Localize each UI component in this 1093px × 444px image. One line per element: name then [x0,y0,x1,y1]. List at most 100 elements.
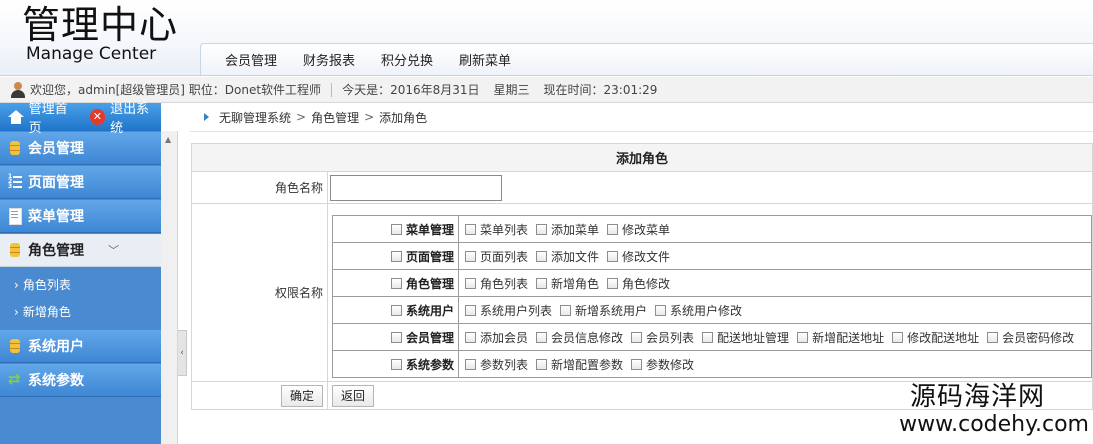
topnav-refresh-menu[interactable]: 刷新菜单 [459,50,511,69]
role-name-input[interactable] [330,174,502,201]
permission-checkbox[interactable] [536,223,548,235]
topnav-member[interactable]: 会员管理 [225,50,277,69]
sidebar-item-label: 菜单管理 [28,209,84,225]
sidebar-item-label: 系统用户 [28,339,84,355]
permission-option[interactable]: 菜单列表 [465,221,528,238]
coins-icon [8,242,22,258]
permission-option[interactable]: 修改文件 [607,248,670,265]
group-label: 系统参数 [405,357,454,372]
permission-checkbox[interactable] [465,358,476,370]
group-checkbox[interactable] [390,250,402,262]
sidebar-item-member[interactable]: 会员管理 [0,132,161,165]
permission-label: 角色列表 [480,276,529,291]
sidebar-item-system-user[interactable]: 系统用户 [0,330,161,363]
permission-label: 新增系统用户 [575,303,648,318]
permission-option[interactable]: 参数修改 [631,356,694,373]
permission-checkbox[interactable] [536,277,548,289]
exit-link[interactable]: 退出系统 [110,98,161,136]
breadcrumb-item[interactable]: 角色管理 [311,109,359,126]
permission-checkbox[interactable] [465,304,476,316]
permission-checkbox[interactable] [536,331,548,343]
topnav-points[interactable]: 积分兑换 [381,50,433,69]
permission-label: 参数修改 [646,357,695,372]
permission-checkbox[interactable] [465,277,476,289]
permission-option[interactable]: 添加文件 [536,248,599,265]
header: 管理中心 Manage Center 会员管理 财务报表 积分兑换 刷新菜单 [0,0,1093,76]
coins-icon [8,140,22,156]
permission-option[interactable]: 会员密码修改 [987,329,1074,346]
watermark-title: 源码海洋网 [909,382,1045,412]
permission-option[interactable]: 会员信息修改 [536,329,623,346]
topnav-finance[interactable]: 财务报表 [303,50,355,69]
permission-option[interactable]: 页面列表 [465,248,528,265]
permission-option[interactable]: 新增系统用户 [560,302,647,319]
permission-option[interactable]: 角色修改 [607,275,670,292]
permission-checkbox[interactable] [655,304,667,316]
home-icon [8,110,24,124]
permission-items: 参数列表 新增配置参数 参数修改 [458,350,1092,378]
group-label: 菜单管理 [405,222,454,237]
permission-option[interactable]: 参数列表 [465,356,528,373]
watermark-url: www.codehy.com [899,412,1089,437]
permission-option[interactable]: 新增配置参数 [536,356,623,373]
home-link[interactable]: 管理首页 [29,98,80,136]
scroll-up-icon[interactable]: ▲ [165,135,171,144]
permission-checkbox[interactable] [607,250,619,262]
group-checkbox[interactable] [390,304,402,316]
group-checkbox[interactable] [390,331,402,343]
breadcrumb-item[interactable]: 无聊管理系统 [219,109,291,126]
permission-option[interactable]: 系统用户修改 [655,302,742,319]
sidebar-item-role[interactable]: 角色管理 ﹀ [0,234,161,267]
permission-option[interactable]: 角色列表 [465,275,528,292]
sidebar-item-menu[interactable]: 菜单管理 [0,200,161,233]
group-checkbox[interactable] [390,277,402,289]
sidebar-top: 管理首页 ✕ 退出系统 [0,102,161,136]
permission-checkbox[interactable] [465,331,476,343]
breadcrumb: 无聊管理系统 > 角色管理 > 添加角色 [190,103,1093,132]
permission-option[interactable]: 新增配送地址 [797,329,884,346]
permission-checkbox[interactable] [560,304,572,316]
group-checkbox[interactable] [390,358,402,370]
info-divider [331,82,333,97]
permission-label: 添加会员 [480,330,529,345]
permission-checkbox[interactable] [465,250,476,262]
permission-group: 页面管理 [332,242,459,270]
back-button[interactable]: 返回 [332,384,375,407]
permission-option[interactable]: 修改菜单 [607,221,670,238]
permission-option[interactable]: 修改配送地址 [892,329,979,346]
permission-option[interactable]: 系统用户列表 [465,302,552,319]
permission-checkbox[interactable] [631,331,643,343]
permission-row: 会员管理 添加会员 会员信息修改 会员列表 配送地址管理 新增配送地址 修改配送地址 会员密码… [332,323,1092,351]
welcome-text: 欢迎您，admin[超级管理员] 职位：Donet软件工程师 [30,83,322,97]
permission-checkbox[interactable] [607,223,619,235]
collapse-sidebar-handle[interactable]: ‹ [178,330,187,376]
logo-subtitle: Manage Center [26,44,157,64]
sidebar-item-label: 系统参数 [28,373,84,389]
permission-checkbox[interactable] [607,277,619,289]
permission-area: 菜单管理 菜单列表 添加菜单 修改菜单 页面管理 页面列表 添加文件 修改文件 角色管理 角色列表… [327,203,1093,382]
permission-checkbox[interactable] [987,331,999,343]
permission-group: 会员管理 [332,323,459,351]
sidebar-item-page[interactable]: 页面管理 [0,166,161,199]
sidebar-item-system-params[interactable]: 系统参数 [0,364,161,397]
submenu-role-list[interactable]: 角色列表 [0,271,161,298]
permission-label: 菜单列表 [480,222,529,237]
permission-checkbox[interactable] [797,331,809,343]
submenu-add-role[interactable]: 新增角色 [0,298,161,325]
permission-option[interactable]: 会员列表 [631,329,694,346]
permission-option[interactable]: 新增角色 [536,275,599,292]
confirm-button[interactable]: 确定 [280,384,323,407]
permission-checkbox[interactable] [702,331,714,343]
permission-label: 页面列表 [480,249,529,264]
group-checkbox[interactable] [390,223,402,235]
permission-option[interactable]: 添加菜单 [536,221,599,238]
permission-checkbox[interactable] [536,250,548,262]
permission-checkbox[interactable] [892,331,904,343]
permission-option[interactable]: 配送地址管理 [702,329,789,346]
today-text: 今天是：2016年8月31日 [342,83,480,97]
permission-option[interactable]: 添加会员 [465,329,528,346]
permission-checkbox[interactable] [631,358,643,370]
sidebar-scrollbar[interactable]: ▲ [161,131,178,444]
permission-checkbox[interactable] [465,223,476,235]
permission-checkbox[interactable] [536,358,548,370]
